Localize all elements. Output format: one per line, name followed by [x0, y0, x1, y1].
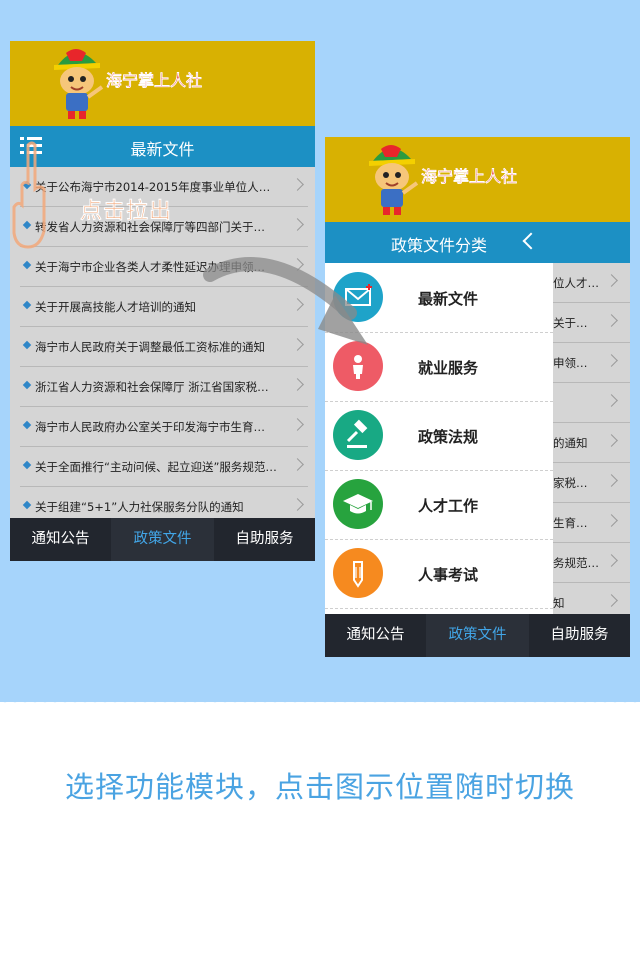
list-item: 位人才…: [553, 263, 630, 303]
bullet-icon: [22, 380, 32, 390]
tab-self-service[interactable]: 自助服务: [214, 518, 315, 561]
mascot-icon: [54, 49, 104, 119]
curved-arrow-icon: [203, 257, 368, 345]
chevron-right-icon: [291, 378, 304, 391]
phone-screenshot-drawer: 海宁掌上人社 位人才… 关于… 申领… 的通知 家税… 生育… 务规范… 知 政…: [325, 137, 630, 657]
bottom-tab-bar: 通知公告 政策文件 自助服务: [10, 518, 315, 561]
chevron-right-icon: [605, 394, 618, 407]
chevron-right-icon: [291, 178, 304, 191]
list-item: [553, 383, 630, 423]
list-item[interactable]: 浙江省人力资源和社会保障厅 浙江省国家税…: [20, 367, 308, 407]
list-item[interactable]: 海宁市人民政府办公室关于印发海宁市生育…: [20, 407, 308, 447]
list-item: 家税…: [553, 463, 630, 503]
tab-policy-files[interactable]: 政策文件: [111, 518, 214, 561]
pencil-icon: [333, 548, 383, 598]
chevron-right-icon: [291, 418, 304, 431]
bottom-tab-bar: 通知公告 政策文件 自助服务: [325, 614, 630, 657]
chevron-right-icon: [291, 498, 304, 511]
document-list-peek: 位人才… 关于… 申领… 的通知 家税… 生育… 务规范… 知: [553, 263, 630, 623]
bullet-icon: [22, 340, 32, 350]
bullet-icon: [22, 500, 32, 510]
list-item: 的通知: [553, 423, 630, 463]
list-item: 申领…: [553, 343, 630, 383]
list-item: 关于…: [553, 303, 630, 343]
list-item: 务规范…: [553, 543, 630, 583]
hand-pointer-icon: [12, 141, 46, 249]
app-name: 海宁掌上人社: [421, 167, 518, 186]
tab-self-service[interactable]: 自助服务: [529, 614, 630, 657]
list-item: 生育…: [553, 503, 630, 543]
chevron-right-icon: [291, 458, 304, 471]
bullet-icon: [22, 260, 32, 270]
app-banner: 海宁掌上人社: [10, 41, 315, 126]
app-name: 海宁掌上人社: [106, 71, 203, 90]
page-title: 最新文件: [130, 140, 195, 159]
category-item-regulations[interactable]: 政策法规: [325, 401, 553, 471]
pull-out-hint: 点击拉出: [79, 199, 173, 225]
graduation-cap-icon: [333, 479, 383, 529]
chevron-right-icon: [291, 218, 304, 231]
bullet-icon: [22, 460, 32, 470]
title-bar-peek: [553, 222, 630, 263]
gavel-icon: [333, 410, 383, 460]
mascot-icon: [369, 145, 419, 215]
title-bar: 最新文件: [10, 126, 315, 167]
scallop-edge: [0, 698, 640, 708]
category-item-talent[interactable]: 人才工作: [325, 470, 553, 540]
tab-notices[interactable]: 通知公告: [325, 614, 426, 657]
app-banner: 海宁掌上人社: [325, 137, 630, 222]
caption-text: 选择功能模块，点击图示位置随时切换: [64, 770, 575, 804]
tab-policy-files[interactable]: 政策文件: [426, 614, 529, 657]
tab-notices[interactable]: 通知公告: [10, 518, 111, 561]
list-item[interactable]: 关于全面推行“主动问候、起立迎送”服务规范…: [20, 447, 308, 487]
bullet-icon: [22, 420, 32, 430]
category-item-exam[interactable]: 人事考试: [325, 539, 553, 609]
bullet-icon: [22, 300, 32, 310]
